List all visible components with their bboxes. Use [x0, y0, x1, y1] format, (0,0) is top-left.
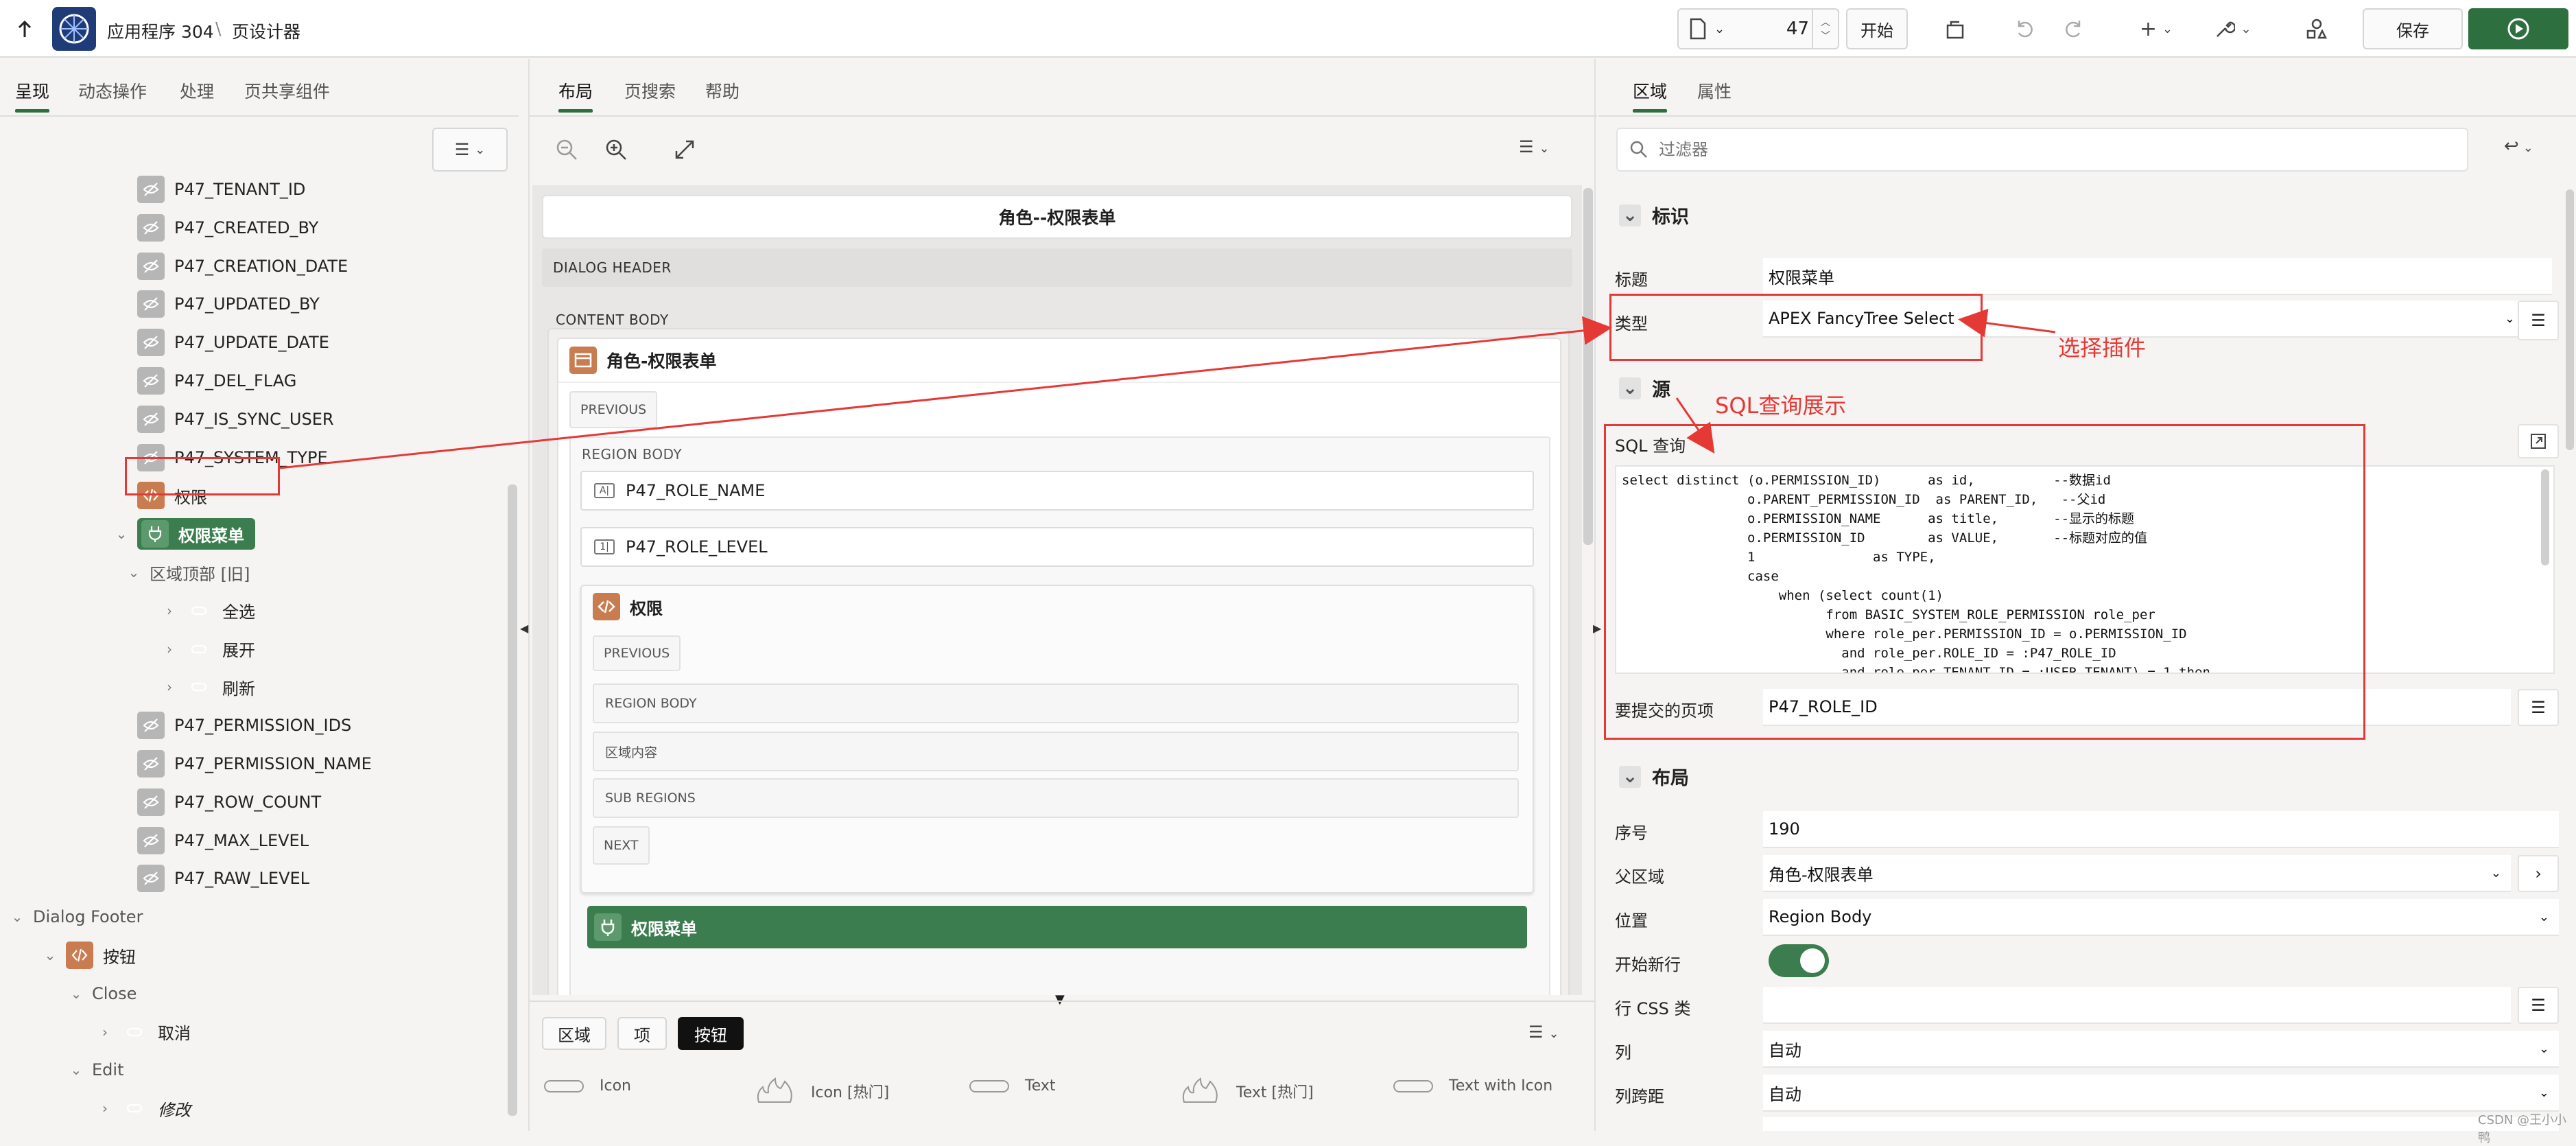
annotation-arrows	[279, 308, 2056, 469]
watermark: CSDN @王小小鸭	[2478, 1113, 2567, 1145]
